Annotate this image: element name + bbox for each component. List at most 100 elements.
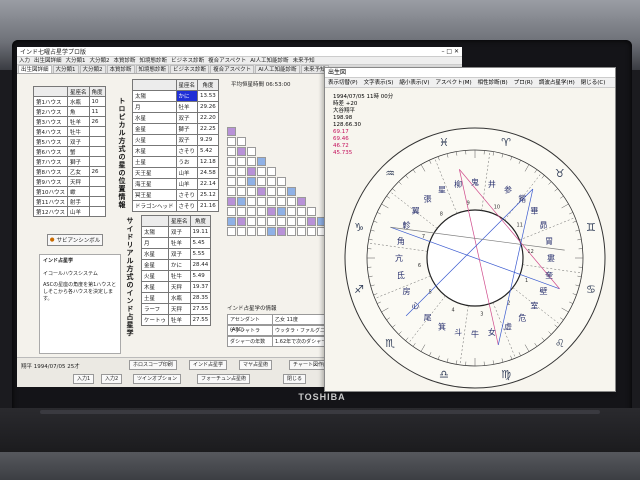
house-cell: 第11ハウス	[33, 196, 68, 207]
chart-menu-text[interactable]: 文字表示(S)	[364, 78, 394, 87]
maya-astrology-button[interactable]: マヤ占星術	[239, 360, 273, 370]
close-button[interactable]: 閉じる	[283, 374, 307, 384]
lunar-mansion-label: 壁	[539, 286, 547, 296]
aspect-cell	[267, 207, 276, 216]
aspect-cell	[257, 177, 266, 186]
chart-menu-compat[interactable]: 相性診断(B)	[478, 78, 508, 87]
status-text: 翔平 1994/07/05 25才	[21, 364, 80, 370]
aspect-cell	[247, 197, 256, 206]
menu-intellect[interactable]: 知境態診断	[140, 57, 168, 64]
chart-menu-aspect[interactable]: アスペクト(M)	[435, 78, 471, 87]
tab-ai[interactable]: AI人工知能診断	[255, 65, 300, 73]
sabian-symbol-button[interactable]: ● サビアンシンボル	[47, 234, 103, 246]
sidereal-row: 水星 双子 5.55	[140, 248, 212, 260]
planet-row: 冥王星 さそり 25.12	[132, 189, 219, 201]
house-row: 第10ハウス蠍	[33, 186, 106, 197]
planet-row: 木星 さそり 5.42	[132, 145, 219, 157]
house-cell	[88, 186, 106, 197]
house-number-label: 10	[494, 204, 500, 210]
chart-menu-harmonic[interactable]: 調波占星学(H)	[539, 78, 575, 87]
house-cell: 射手	[67, 196, 90, 207]
lunar-mansion-label: 翼	[412, 207, 420, 216]
zodiac-sign-icon: ♎	[439, 368, 449, 381]
close-icon[interactable]: ✕	[454, 48, 459, 55]
house-cell: 第6ハウス	[33, 146, 68, 157]
aspect-cell	[287, 217, 296, 226]
planet-cell: 山羊	[175, 167, 199, 179]
aspect-cell	[237, 157, 246, 166]
tab-intellect[interactable]: 知境態診断	[135, 65, 170, 73]
lunar-mansion-label: 胃	[545, 237, 553, 246]
chart-menu-pro[interactable]: プロ(R)	[514, 78, 533, 87]
lunar-mansion-label: 婁	[547, 253, 555, 263]
menu-birth-detail[interactable]: 出生図詳細	[34, 57, 62, 64]
tab-birth-detail[interactable]: 出生図詳細	[18, 65, 52, 73]
aspect-cell	[227, 167, 236, 176]
chart-menu-close[interactable]: 閉じる(C)	[581, 78, 606, 87]
lunar-mansion-label: 井	[488, 179, 496, 189]
tab-major2[interactable]: 大分類2	[79, 65, 106, 73]
aspect-cell	[297, 197, 306, 206]
menu-essence[interactable]: 本質診断	[114, 57, 136, 64]
zodiac-sign-icon: ♍	[501, 368, 511, 381]
aspect-cell	[247, 227, 256, 236]
lunar-mansion-label: 張	[424, 195, 432, 204]
tab-major1[interactable]: 大分類1	[52, 65, 79, 73]
indian-box-desc: ASCの星座の角度を第1ハウスとしそこから各ハウスを決定します。	[43, 282, 117, 302]
sidereal-row: ケートゥ 牡羊 27.55	[140, 314, 212, 326]
lunar-mansion-label: 女	[488, 327, 496, 337]
aspect-cell	[287, 227, 296, 236]
house-cell: 第1ハウス	[33, 96, 68, 107]
menu-input[interactable]: 入力	[19, 57, 30, 64]
input1-button[interactable]: 入力1	[73, 374, 95, 384]
planet-row: 太陽 かに 13.53	[132, 90, 219, 102]
chart-menu-zoom[interactable]: 縮小表示(V)	[399, 78, 429, 87]
tab-essence[interactable]: 本質診断	[106, 65, 135, 73]
aspect-cell	[247, 177, 256, 186]
input2-button[interactable]: 入力2	[101, 374, 123, 384]
indian-astrology-button[interactable]: インド占星学	[189, 360, 228, 370]
menu-major1[interactable]: 大分類1	[66, 57, 86, 64]
aspect-cell	[227, 217, 236, 226]
zodiac-sign-icon: ♈	[501, 136, 511, 149]
sidereal-time-label: 平均恒星時間	[231, 82, 265, 88]
planet-cell: 海王星	[132, 178, 177, 190]
minimize-icon[interactable]: –	[441, 48, 444, 55]
house-cell: 第8ハウス	[33, 166, 68, 177]
house-cell	[88, 196, 106, 207]
planet-cell: 山羊	[175, 178, 199, 190]
lunar-mansion-label: 室	[530, 300, 538, 310]
tab-business[interactable]: ビジネス診断	[170, 65, 210, 73]
sidereal-cell: 牡羊	[168, 237, 191, 249]
lunar-mansion-label: 昴	[539, 221, 547, 230]
menu-business[interactable]: ビジネス診断	[171, 57, 204, 64]
zodiac-sign-icon: ♏	[385, 337, 395, 350]
aspect-cell	[267, 177, 276, 186]
horoscope-print-button[interactable]: ホロスコープ印刷	[129, 360, 177, 370]
planet-cell: 25.12	[197, 189, 219, 201]
app-titlebar: インド七曜占星学プロ版 – □ ✕	[17, 47, 462, 57]
aspect-cell	[237, 187, 246, 196]
twin-option-button[interactable]: ツインオプション	[133, 374, 182, 384]
menu-aspect[interactable]: 複合アスペクト	[208, 57, 246, 64]
sidereal-row: 木星 天秤 19.37	[140, 281, 212, 293]
menu-major2[interactable]: 大分類2	[90, 57, 110, 64]
menu-ai[interactable]: AI人工知能診断	[250, 57, 288, 64]
house-header-degree: 角度	[88, 86, 106, 97]
aspect-cell	[257, 227, 266, 236]
aspect-cell	[297, 217, 306, 226]
laptop-hinge	[40, 410, 600, 414]
house-row: 第12ハウス 山羊	[33, 206, 106, 217]
aspect-cell	[227, 187, 236, 196]
menu-future[interactable]: 未来予知	[293, 57, 315, 64]
zodiac-sign-icon: ♓	[439, 136, 449, 149]
planet-cell: 22.14	[197, 178, 219, 190]
house-cell: 26	[88, 116, 106, 127]
planet-cell: 土星	[132, 156, 177, 168]
fortune-astrology-button[interactable]: フォーチュン占星術	[197, 374, 251, 384]
maximize-icon[interactable]: □	[446, 48, 452, 55]
chart-menu-display[interactable]: 表示切替(P)	[328, 78, 358, 87]
aspect-cell	[287, 187, 296, 196]
aspect-cell	[257, 157, 266, 166]
tab-aspect[interactable]: 複合アスペクト	[210, 65, 255, 73]
